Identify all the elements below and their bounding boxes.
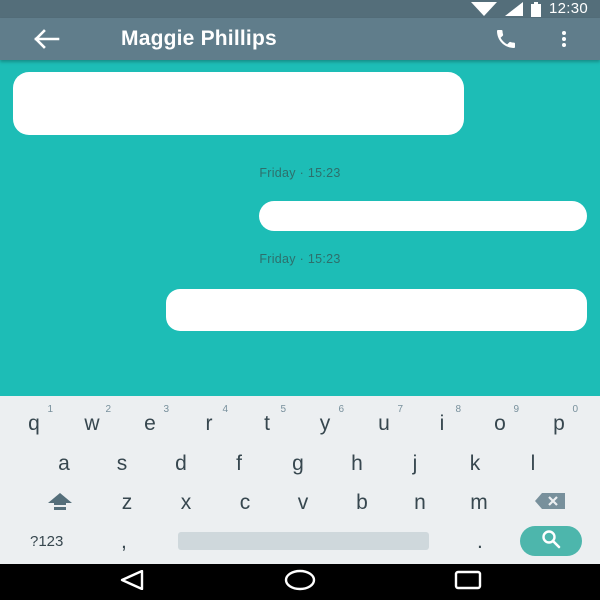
circle-home-icon [283, 569, 317, 596]
chat-area: Friday · 15:23 Friday · 15:23 [0, 60, 600, 396]
status-time: 12:30 [548, 0, 588, 17]
key-w[interactable]: w2 [63, 404, 121, 444]
key-hint: 7 [397, 404, 403, 415]
key-hint: 8 [455, 404, 461, 415]
key-z[interactable]: z [98, 483, 156, 523]
key-l[interactable]: l [504, 444, 562, 484]
more-options-button[interactable] [554, 27, 574, 51]
incoming-message-bubble[interactable] [13, 72, 464, 135]
key-hint: 2 [105, 404, 111, 415]
key-j[interactable]: j [386, 444, 444, 484]
keyboard-row-3: z x c v b n m [0, 483, 600, 523]
key-label: w [84, 412, 100, 435]
outgoing-message-bubble[interactable] [166, 289, 587, 331]
comma-key[interactable]: , [121, 522, 127, 562]
nav-back-button[interactable] [115, 569, 151, 595]
nav-recents-button[interactable] [450, 570, 486, 594]
key-hint: 1 [47, 404, 53, 415]
keyboard-row-1: q1 w2 e3 r4 t5 y6 u7 i8 o9 p0 [0, 404, 600, 444]
key-label: r [205, 412, 213, 435]
key-g[interactable]: g [269, 444, 327, 484]
app-bar: Maggie Phillips [0, 18, 600, 60]
key-hint: 4 [222, 404, 228, 415]
triangle-back-icon [118, 569, 148, 595]
key-label: y [319, 412, 331, 435]
messaging-screen: 12:30 Maggie Phillips Friday · 15:23 Fri… [0, 0, 600, 600]
key-r[interactable]: r4 [180, 404, 238, 444]
key-f[interactable]: f [210, 444, 268, 484]
key-q[interactable]: q1 [5, 404, 63, 444]
key-n[interactable]: n [391, 483, 449, 523]
key-label: i [439, 412, 445, 435]
key-label: e [144, 412, 156, 435]
nav-home-button[interactable] [282, 569, 318, 596]
keyboard-row-2: a s d f g h j k l [0, 444, 600, 484]
back-button[interactable] [30, 27, 64, 51]
wifi-icon [470, 2, 497, 16]
key-hint: 6 [338, 404, 344, 415]
key-m[interactable]: m [450, 483, 508, 523]
search-icon [541, 529, 561, 554]
key-label: p [553, 412, 565, 435]
key-hint: 3 [163, 404, 169, 415]
backspace-icon [534, 492, 566, 515]
key-u[interactable]: u7 [355, 404, 413, 444]
key-s[interactable]: s [93, 444, 151, 484]
key-e[interactable]: e3 [121, 404, 179, 444]
key-a[interactable]: a [35, 444, 93, 484]
message-timestamp: Friday · 15:23 [259, 252, 341, 266]
navigation-bar [0, 564, 600, 600]
key-p[interactable]: p0 [530, 404, 588, 444]
call-button[interactable] [489, 27, 523, 51]
key-label: q [28, 412, 40, 435]
contact-name: Maggie Phillips [121, 27, 277, 50]
key-hint: 0 [572, 404, 578, 415]
shift-key[interactable] [40, 483, 80, 523]
key-d[interactable]: d [152, 444, 210, 484]
space-bar[interactable] [178, 532, 429, 550]
phone-icon [489, 30, 523, 55]
period-key[interactable]: . [477, 522, 483, 562]
key-label: t [264, 412, 270, 435]
key-label: o [494, 412, 506, 435]
battery-icon [530, 1, 541, 17]
key-k[interactable]: k [446, 444, 504, 484]
key-t[interactable]: t5 [238, 404, 296, 444]
key-v[interactable]: v [274, 483, 332, 523]
key-hint: 9 [513, 404, 519, 415]
status-bar: 12:30 [0, 0, 600, 18]
status-icons: 12:30 [470, 0, 588, 17]
soft-keyboard: q1 w2 e3 r4 t5 y6 u7 i8 o9 p0 a s d f g … [0, 396, 600, 564]
backspace-key[interactable] [528, 483, 572, 523]
key-h[interactable]: h [328, 444, 386, 484]
key-i[interactable]: i8 [413, 404, 471, 444]
message-timestamp: Friday · 15:23 [259, 166, 341, 180]
key-o[interactable]: o9 [471, 404, 529, 444]
more-vert-icon [554, 31, 574, 55]
key-x[interactable]: x [157, 483, 215, 523]
key-y[interactable]: y6 [296, 404, 354, 444]
search-button[interactable] [520, 526, 582, 556]
signal-icon [504, 2, 523, 16]
key-c[interactable]: c [216, 483, 274, 523]
outgoing-message-bubble[interactable] [259, 201, 587, 231]
arrow-left-icon [30, 29, 64, 55]
key-b[interactable]: b [333, 483, 391, 523]
key-label: u [378, 412, 390, 435]
shift-icon [46, 491, 74, 516]
square-recents-icon [453, 570, 483, 595]
symbols-key[interactable]: ?123 [30, 522, 63, 562]
key-hint: 5 [280, 404, 286, 415]
